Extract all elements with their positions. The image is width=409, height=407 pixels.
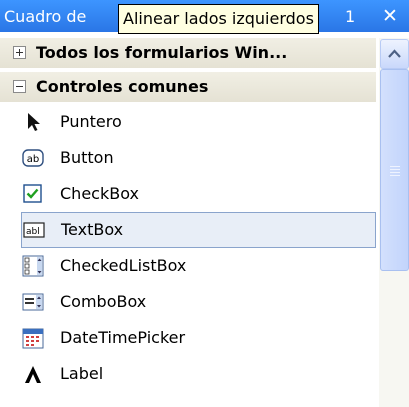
thumb-grip-line [390, 175, 400, 176]
chevron-up-icon [388, 49, 401, 58]
toolbox-item-pointer[interactable]: Puntero [0, 104, 376, 140]
thumb-grip-line [390, 169, 400, 170]
toolbox-item-combobox[interactable]: ComboBox [0, 284, 376, 320]
toolbox-item-textbox[interactable]: abl TextBox [21, 212, 376, 248]
item-label: DateTimePicker [60, 328, 186, 347]
category-label: Controles comunes [36, 77, 209, 96]
close-icon[interactable]: ✕ [378, 5, 402, 27]
category-common-controls[interactable]: Controles comunes [0, 72, 376, 102]
toolbox-item-button[interactable]: ab Button [0, 140, 376, 176]
category-all-windows-forms[interactable]: Todos los formularios Win... [0, 38, 376, 68]
window-title: Cuadro de [4, 7, 87, 26]
category-label: Todos los formularios Win... [36, 43, 288, 62]
item-label: Puntero [60, 112, 122, 131]
title-pin-fragment[interactable]: 1 [345, 7, 355, 26]
thumb-grip-line [390, 166, 400, 167]
combobox-icon [22, 291, 44, 313]
scroll-thumb[interactable] [380, 69, 409, 271]
datetimepicker-icon [22, 327, 44, 349]
thumb-grip-line [390, 172, 400, 173]
checkedlistbox-icon [22, 255, 44, 277]
item-label: Button [60, 148, 114, 167]
collapse-icon[interactable] [13, 80, 26, 93]
item-label: CheckBox [60, 184, 139, 203]
toolbox-item-checkedlistbox[interactable]: CheckedListBox [0, 248, 376, 284]
button-icon: ab [22, 147, 44, 169]
toolbox-item-datetimepicker[interactable]: DateTimePicker [0, 320, 376, 356]
item-label: CheckedListBox [60, 256, 187, 275]
toolbox-item-label[interactable]: Label [0, 356, 376, 392]
svg-text:ab: ab [27, 154, 39, 165]
vertical-scrollbar[interactable] [379, 38, 409, 407]
svg-text:abl: abl [26, 227, 40, 237]
item-label: ComboBox [60, 292, 147, 311]
tooltip: Alinear lados izquierdos [118, 4, 319, 34]
item-label: Label [60, 364, 104, 383]
label-icon [22, 363, 44, 385]
checkbox-icon [22, 183, 44, 205]
toolbox-panel: Todos los formularios Win... Controles c… [0, 32, 409, 407]
pointer-icon [22, 111, 44, 133]
item-label: TextBox [61, 220, 124, 239]
toolbox-item-checkbox[interactable]: CheckBox [0, 176, 376, 212]
scroll-up-button[interactable] [380, 39, 409, 69]
toolbox-list: Todos los formularios Win... Controles c… [0, 32, 378, 407]
textbox-icon: abl [23, 219, 45, 241]
expand-icon[interactable] [13, 46, 26, 59]
